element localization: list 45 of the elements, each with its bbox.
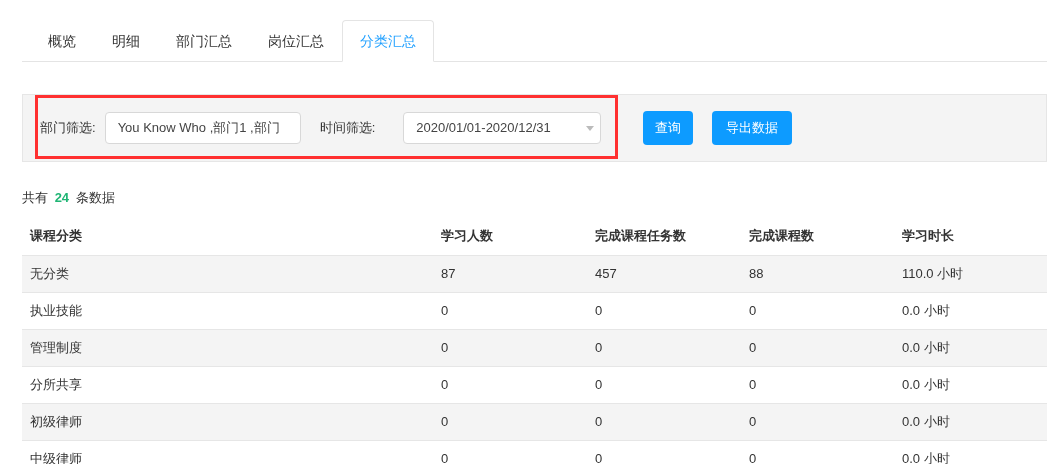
column-header: 完成课程任务数 (595, 228, 686, 244)
table-cell: 0 (441, 339, 449, 355)
department-field[interactable]: You Know Who ,部门1 ,部门 (104, 112, 301, 144)
table-cell: 执业技能 (30, 302, 82, 318)
table-cell: 0 (595, 413, 603, 429)
table-cell: 0 (441, 302, 449, 318)
filter-label: 时间筛选: (319, 119, 376, 138)
table-cell: 457 (595, 265, 617, 281)
column-header: 学习人数 (441, 228, 493, 244)
column-header: 学习时长 (902, 228, 954, 244)
table-cell: 0 (595, 450, 603, 464)
table-cell: 0 (595, 376, 603, 392)
table-cell: 0 (749, 450, 757, 464)
table-cell: 0.0 小时 (902, 302, 950, 318)
table-cell: 分所共享 (30, 376, 82, 392)
table-cell: 0.0 小时 (902, 339, 950, 355)
table-cell: 0 (441, 413, 449, 429)
table-cell: 0 (441, 376, 449, 392)
table-cell: 87 (441, 265, 456, 281)
table-cell: 88 (749, 265, 764, 281)
table-cell: 0 (749, 413, 757, 429)
table-cell: 0.0 小时 (902, 450, 950, 464)
table-cell: 初级律师 (30, 413, 82, 429)
table-cell: 0.0 小时 (902, 376, 950, 392)
table-cell: 0 (595, 302, 603, 318)
caret-icon (586, 125, 595, 131)
table-cell: 110.0 小时 (902, 265, 964, 281)
table-cell: 0 (749, 376, 757, 392)
tab[interactable]: 概览 (30, 20, 94, 62)
tab[interactable]: 明细 (94, 20, 158, 62)
table-cell: 管理制度 (30, 339, 82, 355)
table-cell: 中级律师 (30, 450, 82, 464)
column-header: 完成课程数 (749, 228, 814, 244)
filter-label: 部门筛选: (40, 119, 96, 138)
table-cell: 0 (749, 302, 757, 318)
table-cell: 0 (441, 450, 449, 464)
table-cell: 0 (749, 339, 757, 355)
column-header: 课程分类 (30, 228, 82, 244)
tab[interactable]: 部门汇总 (158, 20, 250, 62)
date-range-select[interactable]: 2020/01/01-2020/12/31 (403, 112, 602, 144)
record-count: 共有 24 条数据 (22, 189, 116, 207)
table-cell: 无分类 (30, 265, 69, 281)
table-cell: 0 (595, 339, 603, 355)
tab[interactable]: 岗位汇总 (250, 20, 342, 62)
table-cell: 0.0 小时 (902, 413, 950, 429)
